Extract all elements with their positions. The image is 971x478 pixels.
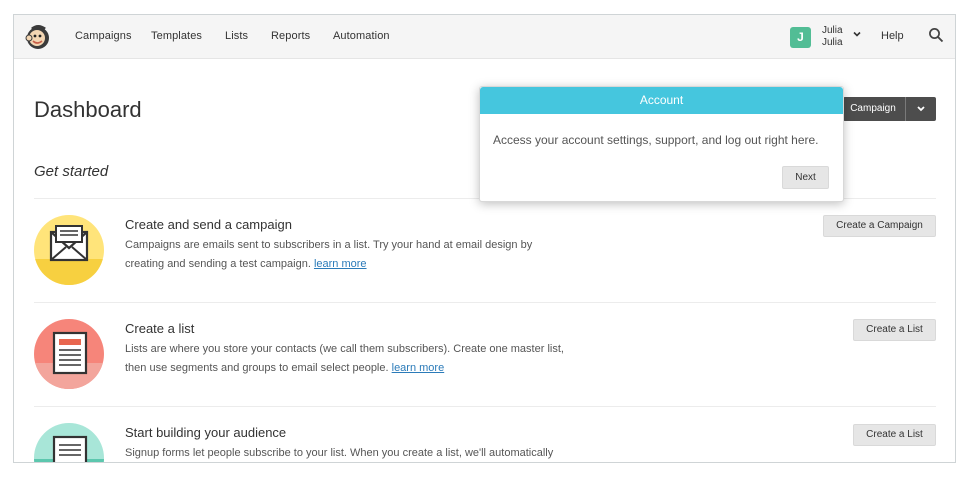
create-campaign-button-row[interactable]: Create a Campaign <box>823 215 936 237</box>
app-window: Campaigns Templates Lists Reports Automa… <box>13 14 956 463</box>
user-menu[interactable]: Julia Julia <box>822 25 843 49</box>
caret-down-icon[interactable] <box>906 97 936 121</box>
list-illustration <box>34 319 104 389</box>
audience-illustration <box>34 423 104 462</box>
popover-message: Access your account settings, support, a… <box>493 133 819 147</box>
nav-templates[interactable]: Templates <box>151 30 202 42</box>
nav-campaigns[interactable]: Campaigns <box>75 30 132 42</box>
signup-form-icon <box>34 423 104 462</box>
search-icon[interactable] <box>928 27 944 43</box>
popover-title: Account <box>480 87 843 114</box>
create-campaign-split-button: Campaign <box>843 97 936 121</box>
row-title: Create and send a campaign <box>125 217 292 232</box>
description-line: then use segments and groups to email se… <box>125 359 605 378</box>
description-text: creating and sending a test campaign. <box>125 258 311 270</box>
row-description: Signup forms let people subscribe to you… <box>125 444 605 462</box>
description-text: then use segments and groups to email se… <box>125 362 389 374</box>
description-line: Campaigns are emails sent to subscribers… <box>125 239 533 251</box>
row-description: Lists are where you store your contacts … <box>125 340 605 378</box>
account-tour-popover: Account Access your account settings, su… <box>479 86 844 202</box>
row-description: Campaigns are emails sent to subscribers… <box>125 236 595 274</box>
section-heading: Get started <box>34 163 109 180</box>
list-document-icon <box>34 319 104 389</box>
chevron-down-icon[interactable] <box>851 28 863 40</box>
create-list-button[interactable]: Create a List <box>853 319 936 341</box>
learn-more-link[interactable]: learn more <box>314 258 367 270</box>
avatar[interactable]: J <box>790 27 811 48</box>
campaign-illustration <box>34 215 104 285</box>
next-button[interactable]: Next <box>782 166 829 189</box>
learn-more-link[interactable]: learn more <box>392 362 445 374</box>
user-name: Julia <box>822 25 843 36</box>
nav-reports[interactable]: Reports <box>271 30 310 42</box>
top-navigation: Campaigns Templates Lists Reports Automa… <box>14 15 955 59</box>
user-account: Julia <box>822 37 843 48</box>
help-link[interactable]: Help <box>881 30 904 42</box>
description-line: creating and sending a test campaign. le… <box>125 255 595 274</box>
divider <box>34 406 936 407</box>
nav-lists[interactable]: Lists <box>225 30 248 42</box>
page-title: Dashboard <box>34 97 142 122</box>
create-campaign-button[interactable]: Campaign <box>843 97 903 121</box>
envelope-icon <box>34 215 104 285</box>
create-list-button[interactable]: Create a List <box>853 424 936 446</box>
row-title: Start building your audience <box>125 425 287 440</box>
nav-automation[interactable]: Automation <box>333 30 390 42</box>
row-title: Create a list <box>125 321 195 336</box>
divider <box>34 302 936 303</box>
mailchimp-logo[interactable] <box>24 23 52 51</box>
description-line: Signup forms let people subscribe to you… <box>125 447 554 459</box>
description-line: Lists are where you store your contacts … <box>125 343 564 355</box>
